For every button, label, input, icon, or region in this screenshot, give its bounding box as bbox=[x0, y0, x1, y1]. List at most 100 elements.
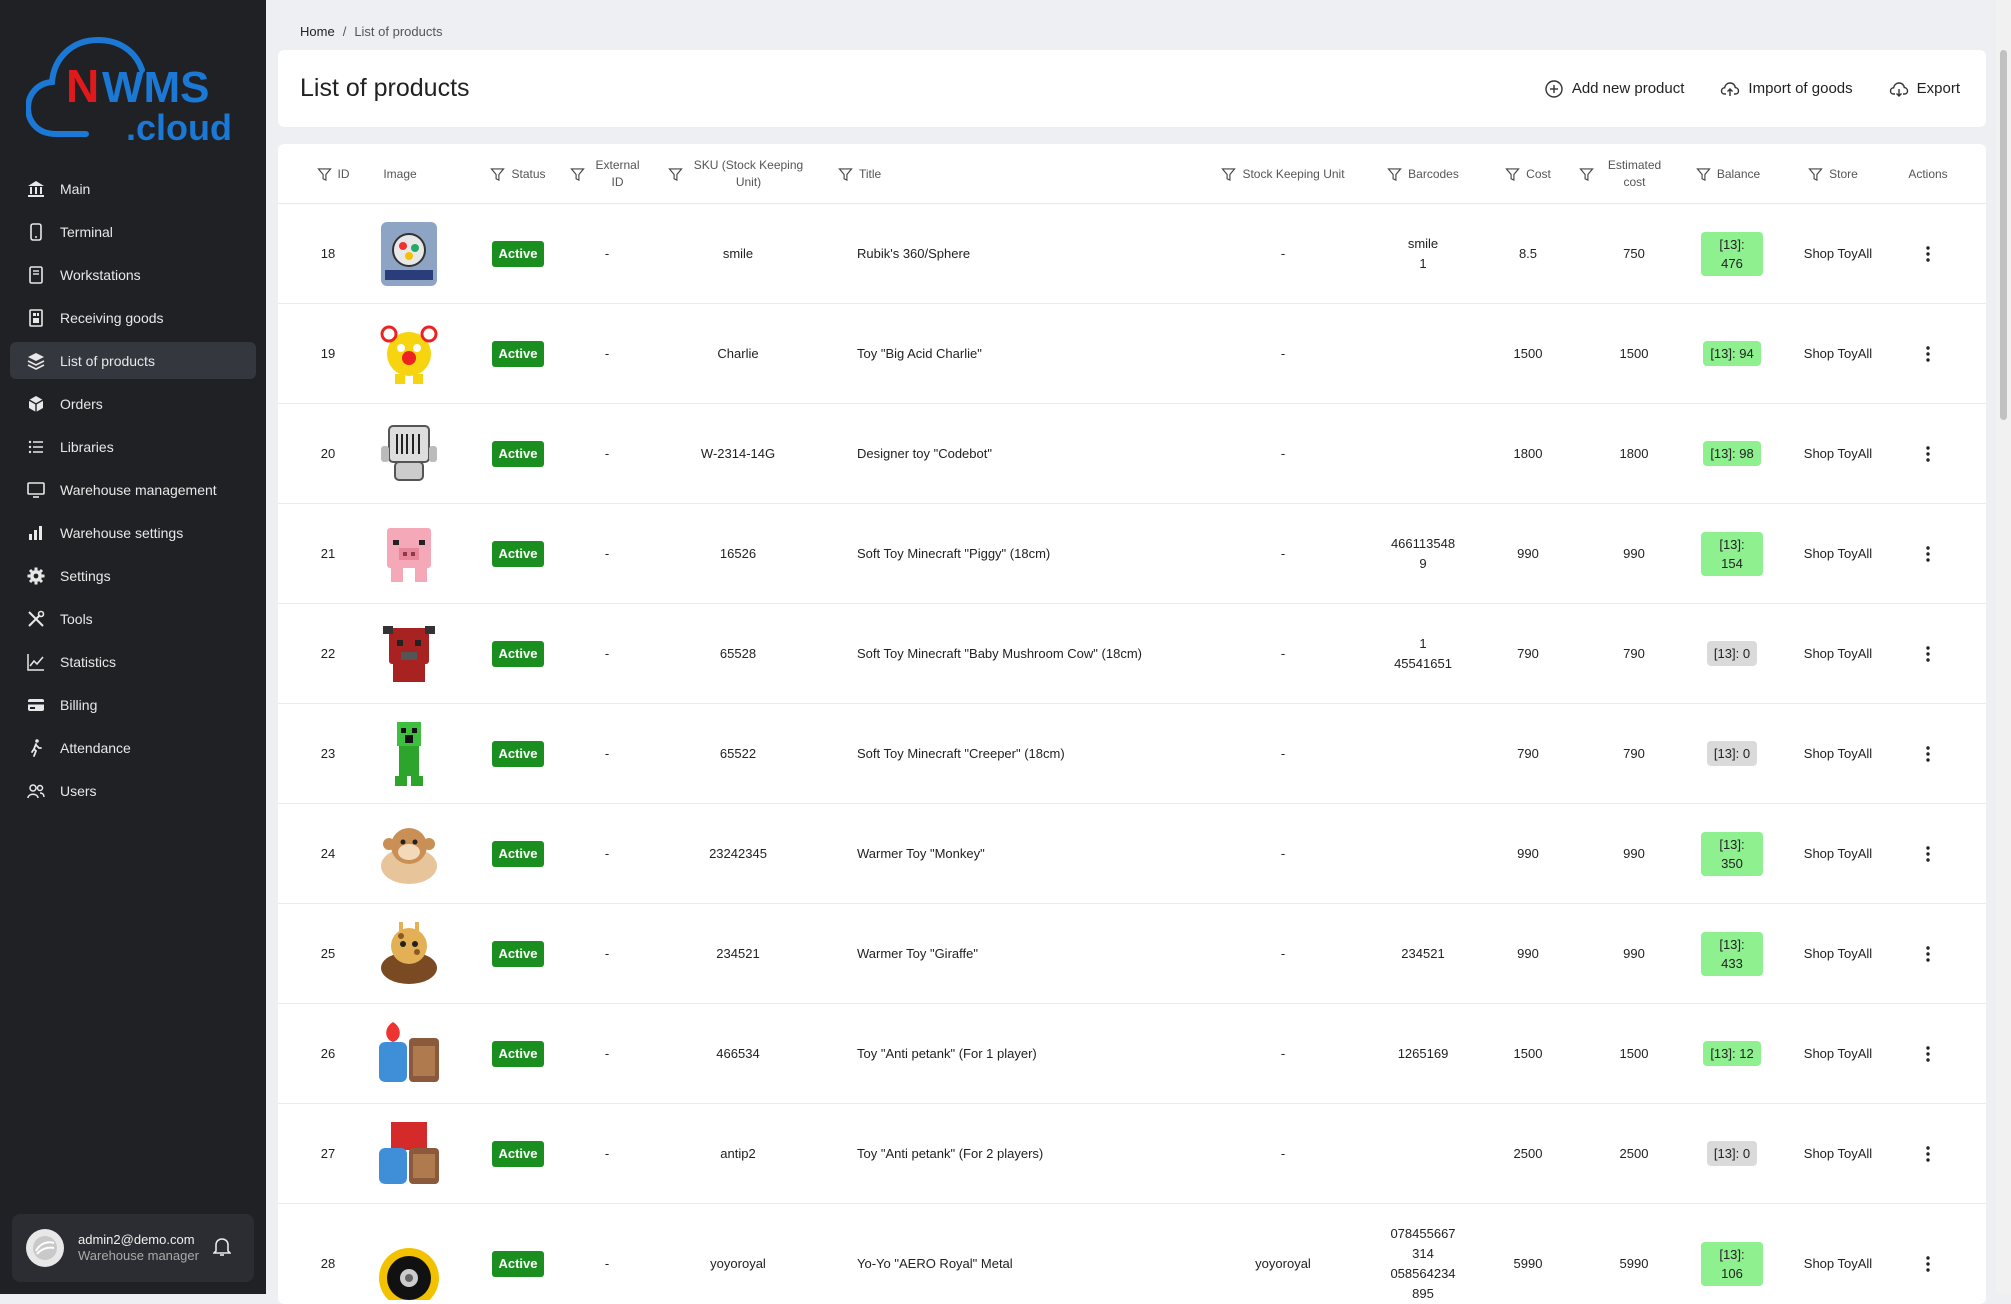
row-actions-button[interactable] bbox=[1918, 744, 1938, 764]
row-actions-button[interactable] bbox=[1918, 544, 1938, 564]
sidebar-item-billing[interactable]: Billing bbox=[10, 686, 256, 723]
column-cost[interactable]: Cost bbox=[1488, 144, 1568, 204]
row-actions-button[interactable] bbox=[1918, 1254, 1938, 1274]
sidebar-item-statistics[interactable]: Statistics bbox=[10, 643, 256, 680]
filter-icon[interactable] bbox=[838, 167, 853, 182]
cell-title[interactable]: Toy "Anti petank" (For 2 players) bbox=[857, 1104, 1197, 1203]
filter-icon[interactable] bbox=[1505, 167, 1520, 182]
table-row[interactable]: 21 Active - 16526 Soft Toy Minecraft "Piggy"… bbox=[278, 504, 1986, 604]
table-row[interactable]: 18 Active - smile Rubik's 360/Sphere - smile 1… bbox=[278, 204, 1986, 304]
row-actions-button[interactable] bbox=[1918, 1044, 1938, 1064]
filter-icon[interactable] bbox=[1578, 167, 1594, 182]
cell-image[interactable] bbox=[364, 304, 454, 403]
filter-icon[interactable] bbox=[490, 167, 506, 182]
sidebar-item-warehouse-management[interactable]: Warehouse management bbox=[10, 471, 256, 508]
cell-external-id: - bbox=[604, 645, 610, 661]
column-balance[interactable]: Balance bbox=[1678, 144, 1778, 204]
cell-image[interactable] bbox=[364, 604, 454, 703]
column-estimated-cost[interactable]: Estimated cost bbox=[1574, 144, 1674, 204]
scrollbar-thumb[interactable] bbox=[2000, 50, 2007, 420]
export-button[interactable]: Export bbox=[1889, 79, 1960, 99]
row-actions-button[interactable] bbox=[1918, 344, 1938, 364]
table-row[interactable]: 23 Active - 65522 Soft Toy Minecraft "Creepe… bbox=[278, 704, 1986, 804]
filter-icon[interactable] bbox=[1387, 167, 1402, 182]
avatar[interactable] bbox=[26, 1229, 64, 1267]
cell-title[interactable]: Yo-Yo "AERO Royal" Metal bbox=[857, 1204, 1197, 1304]
cell-title[interactable]: Designer toy "Codebot" bbox=[857, 404, 1197, 503]
filter-icon[interactable] bbox=[316, 167, 332, 182]
column-barcodes[interactable]: Barcodes bbox=[1368, 144, 1478, 204]
cell-balance: [13]: 106 bbox=[1682, 1204, 1782, 1304]
nwms-logo[interactable]: N WMS .cloud bbox=[24, 36, 248, 148]
cell-title[interactable]: Rubik's 360/Sphere bbox=[857, 204, 1197, 303]
row-actions-button[interactable] bbox=[1918, 944, 1938, 964]
sidebar-item-receiving-goods[interactable]: Receiving goods bbox=[10, 299, 256, 336]
sidebar-item-settings[interactable]: Settings bbox=[10, 557, 256, 594]
cell-image[interactable] bbox=[364, 804, 454, 903]
table-row[interactable]: 25 Active - 234521 Warmer Toy "Giraffe" - 2345… bbox=[278, 904, 1986, 1004]
cell-image[interactable] bbox=[364, 504, 454, 603]
row-actions-button[interactable] bbox=[1918, 644, 1938, 664]
kebab-menu-icon bbox=[1926, 1255, 1930, 1272]
row-actions-button[interactable] bbox=[1918, 244, 1938, 264]
column-external-id[interactable]: External ID bbox=[566, 144, 648, 204]
cell-title[interactable]: Toy "Big Acid Charlie" bbox=[857, 304, 1197, 403]
import-goods-label: Import of goods bbox=[1748, 80, 1853, 97]
notifications-button[interactable] bbox=[211, 1236, 232, 1261]
row-actions-button[interactable] bbox=[1918, 844, 1938, 864]
row-actions-button[interactable] bbox=[1918, 1144, 1938, 1164]
cell-cost: 990 bbox=[1517, 845, 1539, 861]
sidebar-item-libraries[interactable]: Libraries bbox=[10, 428, 256, 465]
sidebar-item-users[interactable]: Users bbox=[10, 772, 256, 809]
sidebar-item-terminal[interactable]: Terminal bbox=[10, 213, 256, 250]
filter-icon[interactable] bbox=[1221, 167, 1237, 182]
table-row[interactable]: 27 Active - antip2 Toy "Anti petank" (For 2 … bbox=[278, 1104, 1986, 1204]
cell-image[interactable] bbox=[364, 904, 454, 1003]
sidebar-item-list-of-products[interactable]: List of products bbox=[10, 342, 256, 379]
table-row[interactable]: 20 Active - W-2314-14G Designer toy "Codebot… bbox=[278, 404, 1986, 504]
column-store[interactable]: Store bbox=[1788, 144, 1878, 204]
row-actions-button[interactable] bbox=[1918, 444, 1938, 464]
column-id[interactable]: ID bbox=[308, 144, 358, 204]
filter-icon[interactable] bbox=[1808, 167, 1823, 182]
table-row[interactable]: 28 Active - yoyoroyal Yo-Yo "AERO Royal" Met… bbox=[278, 1204, 1986, 1304]
column-stock-keeping-unit[interactable]: Stock Keeping Unit bbox=[1208, 144, 1358, 204]
cell-title[interactable]: Warmer Toy "Giraffe" bbox=[857, 904, 1197, 1003]
cell-status: Active bbox=[478, 204, 558, 303]
sidebar-item-main[interactable]: Main bbox=[10, 170, 256, 207]
filter-icon[interactable] bbox=[667, 167, 683, 182]
add-product-button[interactable]: Add new product bbox=[1544, 79, 1684, 99]
cell-balance: [13]: 94 bbox=[1682, 304, 1782, 403]
column-sku[interactable]: SKU (Stock Keeping Unit) bbox=[658, 144, 818, 204]
cell-id: 25 bbox=[320, 945, 336, 961]
sidebar-item-orders[interactable]: Orders bbox=[10, 385, 256, 422]
filter-icon[interactable] bbox=[569, 167, 585, 182]
cell-image[interactable] bbox=[364, 1104, 454, 1203]
column-title[interactable]: Title bbox=[838, 144, 908, 204]
breadcrumb-home[interactable]: Home bbox=[300, 24, 335, 39]
table-row[interactable]: 24 Active - 23242345 Warmer Toy "Monkey" - 990… bbox=[278, 804, 1986, 904]
cell-image[interactable] bbox=[364, 1204, 454, 1304]
sidebar-item-workstations[interactable]: Workstations bbox=[10, 256, 256, 293]
sidebar-item-attendance[interactable]: Attendance bbox=[10, 729, 256, 766]
table-row[interactable]: 26 Active - 466534 Toy "Anti petank" (For 1 … bbox=[278, 1004, 1986, 1104]
scrollbar[interactable] bbox=[1996, 0, 2011, 1294]
cell-image[interactable] bbox=[364, 204, 454, 303]
cell-title[interactable]: Soft Toy Minecraft "Piggy" (18cm) bbox=[857, 504, 1197, 603]
user-panel[interactable]: admin2@demo.com Warehouse manager bbox=[12, 1214, 254, 1282]
cell-barcodes: 078455667 314 058564234 895 bbox=[1390, 1225, 1456, 1301]
sidebar-item-warehouse-settings[interactable]: Warehouse settings bbox=[10, 514, 256, 551]
cell-title[interactable]: Warmer Toy "Monkey" bbox=[857, 804, 1197, 903]
import-goods-button[interactable]: Import of goods bbox=[1720, 79, 1853, 99]
cell-image[interactable] bbox=[364, 704, 454, 803]
column-status[interactable]: Status bbox=[478, 144, 558, 204]
cell-image[interactable] bbox=[364, 1004, 454, 1103]
cell-title[interactable]: Soft Toy Minecraft "Creeper" (18cm) bbox=[857, 704, 1197, 803]
cell-title[interactable]: Toy "Anti petank" (For 1 player) bbox=[857, 1004, 1197, 1103]
cell-image[interactable] bbox=[364, 404, 454, 503]
cell-title[interactable]: Soft Toy Minecraft "Baby Mushroom Cow" (… bbox=[857, 604, 1197, 703]
filter-icon[interactable] bbox=[1696, 167, 1711, 182]
table-row[interactable]: 22 Active - 65528 Soft Toy Minecraft "Baby M… bbox=[278, 604, 1986, 704]
sidebar-item-tools[interactable]: Tools bbox=[10, 600, 256, 637]
table-row[interactable]: 19 Active - Charlie Toy "Big Acid Charlie" - 1… bbox=[278, 304, 1986, 404]
